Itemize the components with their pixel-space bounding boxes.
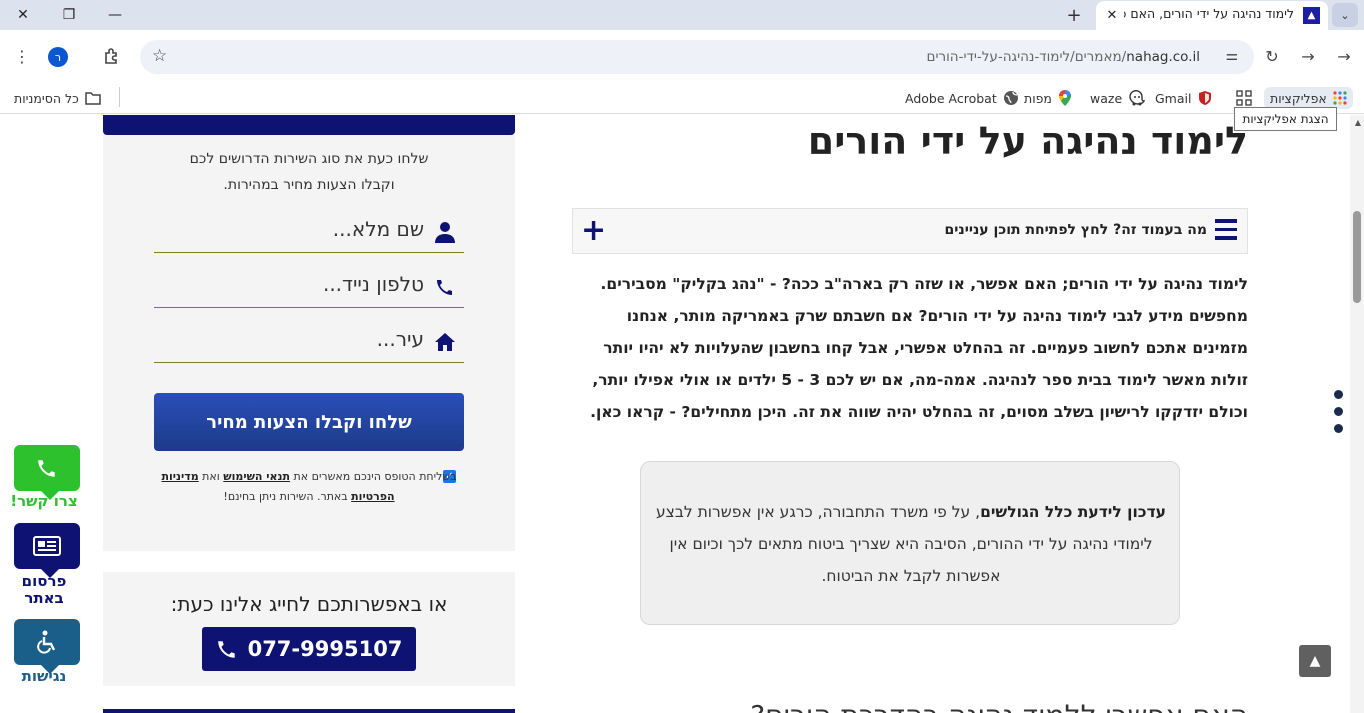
page-title: לימוד נהיגה על ידי הורים — [807, 119, 1248, 163]
user-icon — [434, 221, 456, 243]
tab-close-icon[interactable]: ✕ — [1102, 5, 1122, 25]
table-of-contents-toggle[interactable]: מה בעמוד זה? לחץ לפתיחת תוכן עניינים + — [572, 208, 1248, 254]
back-icon[interactable]: → — [1331, 43, 1357, 69]
update-notice-box: עדכון לידעת כלל הגולשים, על פי משרד התחב… — [640, 461, 1180, 625]
accessibility-button[interactable] — [14, 619, 80, 674]
bookmark-apps[interactable]: אפליקציות — [1264, 87, 1353, 109]
globe-icon — [1003, 91, 1018, 105]
bookmarks-divider — [119, 87, 120, 107]
gmail-shield-icon — [1199, 91, 1212, 105]
section-heading: האם אפשרי ללמוד נהיגה בהדרכת הורים? — [750, 699, 1248, 713]
phone-number: 077-9995107 — [247, 637, 403, 661]
bookmark-gmail-label: Gmail — [1155, 90, 1192, 106]
tab-title: לימוד נהיגה על ידי הורים, האם כ — [1124, 6, 1294, 21]
terms-link[interactable]: תנאי השימוש — [223, 470, 290, 483]
address-bar[interactable]: ☆ מאמרים/לימוד-נהיגה-על-ידי-הורים/nahag.… — [140, 40, 1254, 74]
waze-icon — [1129, 90, 1146, 106]
phone-icon — [38, 460, 55, 477]
all-bookmarks[interactable]: כל הסימניות — [14, 87, 101, 109]
bookmarks-bar: כל הסימניות Adobe Acrobat מפות waze Gmai… — [0, 82, 1364, 114]
hamburger-icon — [1215, 219, 1237, 241]
city-field[interactable]: עיר... — [154, 321, 464, 363]
consent-part1: בשליחת הטופס הינכם מאשרים את — [290, 470, 457, 483]
restore-window-icon[interactable]: ❐ — [46, 0, 92, 30]
title-bar: ✕ ❐ — + ✕ לימוד נהיגה על ידי הורים, האם … — [0, 0, 1364, 30]
advertise-label-line1[interactable]: פרסום — [6, 573, 82, 590]
forward-icon[interactable]: → — [1295, 43, 1321, 69]
reload-icon[interactable]: ↻ — [1259, 43, 1285, 69]
home-icon — [434, 331, 456, 353]
full-name-placeholder: שם מלא... — [332, 217, 424, 241]
bookmark-maps-label: מפות — [1024, 90, 1052, 106]
scroll-thumb[interactable] — [1353, 211, 1361, 303]
submit-quote-button[interactable]: שלחו וקבלו הצעות מחיר — [154, 393, 464, 451]
phone-icon — [217, 641, 235, 658]
all-bookmarks-label: כל הסימניות — [14, 90, 79, 106]
newspaper-icon — [33, 536, 61, 556]
close-window-icon[interactable]: ✕ — [0, 0, 46, 30]
page-scrollbar[interactable]: ▲ — [1350, 115, 1364, 713]
url-text[interactable]: מאמרים/לימוד-נהיגה-על-ידי-הורים/nahag.co… — [927, 49, 1201, 65]
bookmark-waze[interactable]: waze — [1090, 87, 1146, 109]
bookmark-star-icon[interactable]: ☆ — [152, 46, 167, 66]
browser-toolbar: ⋮ ר ☆ מאמרים/לימוד-נהיגה-על-ידי-הורים/na… — [0, 30, 1364, 82]
form-intro-line2: וקבלו הצעות מחיר במהירות. — [223, 177, 395, 193]
avatar[interactable]: ר — [48, 47, 68, 67]
apps-dots-icon — [1333, 91, 1347, 105]
bookmark-gmail[interactable]: Gmail — [1155, 87, 1213, 109]
full-name-field[interactable]: שם מלא... — [154, 211, 464, 253]
accessibility-label[interactable]: נגישות — [6, 668, 82, 685]
notice-bold: עדכון לידעת כלל הגולשים — [980, 503, 1167, 521]
url-path: מאמרים/לימוד-נהיגה-על-ידי-הורים/ — [926, 49, 1127, 65]
consent-part3: באתר. השירות ניתן בחינם! — [223, 490, 352, 503]
site-info-icon[interactable]: ⚌ — [1225, 48, 1238, 64]
plus-icon[interactable]: + — [581, 213, 606, 248]
minimize-window-icon[interactable]: — — [92, 0, 138, 30]
bookmark-maps[interactable]: מפות — [1024, 87, 1072, 109]
contact-button[interactable] — [14, 445, 80, 500]
sidebar-bottom-bar — [103, 709, 515, 713]
maps-pin-icon — [1058, 90, 1071, 106]
city-placeholder: עיר... — [376, 327, 424, 351]
form-intro-line1: שלחו כעת את סוג השירות הדרושים לכם — [189, 151, 429, 167]
apps-tooltip: הצגת אפליקציות — [1234, 107, 1337, 131]
share-dots-icon[interactable] — [1334, 390, 1348, 441]
nahag-triangle-icon: ▲ — [1303, 7, 1320, 24]
bookmark-apps-label: אפליקציות — [1270, 90, 1327, 106]
mobile-phone-field[interactable]: טלפון נייד... — [154, 266, 464, 308]
consent-text: בשליחת הטופס הינכם מאשרים את תנאי השימוש… — [154, 467, 464, 507]
web-page: שלחו כעת את סוג השירות הדרושים לכם וקבלו… — [0, 115, 1364, 713]
browser-tab[interactable]: ✕ לימוד נהיגה על ידי הורים, האם כ ▲ — [1096, 1, 1328, 30]
intro-paragraph: לימוד נהיגה על ידי הורים; האם אפשר, או ש… — [590, 275, 1248, 421]
advertise-label-line2[interactable]: באתר — [6, 590, 82, 607]
phone-icon — [434, 276, 456, 298]
bookmark-waze-label: waze — [1090, 90, 1123, 106]
url-domain: nahag.co.il — [1126, 49, 1200, 65]
mobile-phone-placeholder: טלפון נייד... — [322, 272, 424, 296]
apps-grid-icon[interactable] — [1236, 87, 1252, 109]
toc-label: מה בעמוד זה? לחץ לפתיחת תוכן עניינים — [944, 222, 1208, 238]
extensions-icon[interactable] — [99, 43, 125, 69]
bookmark-adobe-label: Adobe Acrobat — [905, 90, 997, 106]
call-title: או באפשרותכם לחייג אלינו כעת: — [170, 592, 448, 616]
advertise-button[interactable] — [14, 523, 80, 578]
contact-label[interactable]: צרו קשר! — [6, 493, 82, 510]
new-tab-icon[interactable]: + — [1062, 4, 1086, 26]
wheelchair-icon — [37, 630, 56, 654]
notice-text: עדכון לידעת כלל הגולשים, על פי משרד התחב… — [641, 496, 1181, 592]
bookmark-adobe[interactable]: Adobe Acrobat — [905, 87, 1019, 109]
consent-part2: ואת — [198, 470, 224, 483]
lead-form-header — [103, 115, 515, 135]
call-phone-button[interactable]: 077-9995107 — [202, 627, 416, 671]
scroll-to-top-button[interactable]: ▲ — [1299, 645, 1331, 677]
more-menu-icon[interactable]: ⋮ — [9, 43, 35, 69]
scroll-up-arrow-icon[interactable]: ▲ — [1355, 118, 1361, 127]
folder-icon — [84, 92, 101, 105]
tab-search-chevron-icon[interactable]: ⌄ — [1332, 3, 1358, 27]
